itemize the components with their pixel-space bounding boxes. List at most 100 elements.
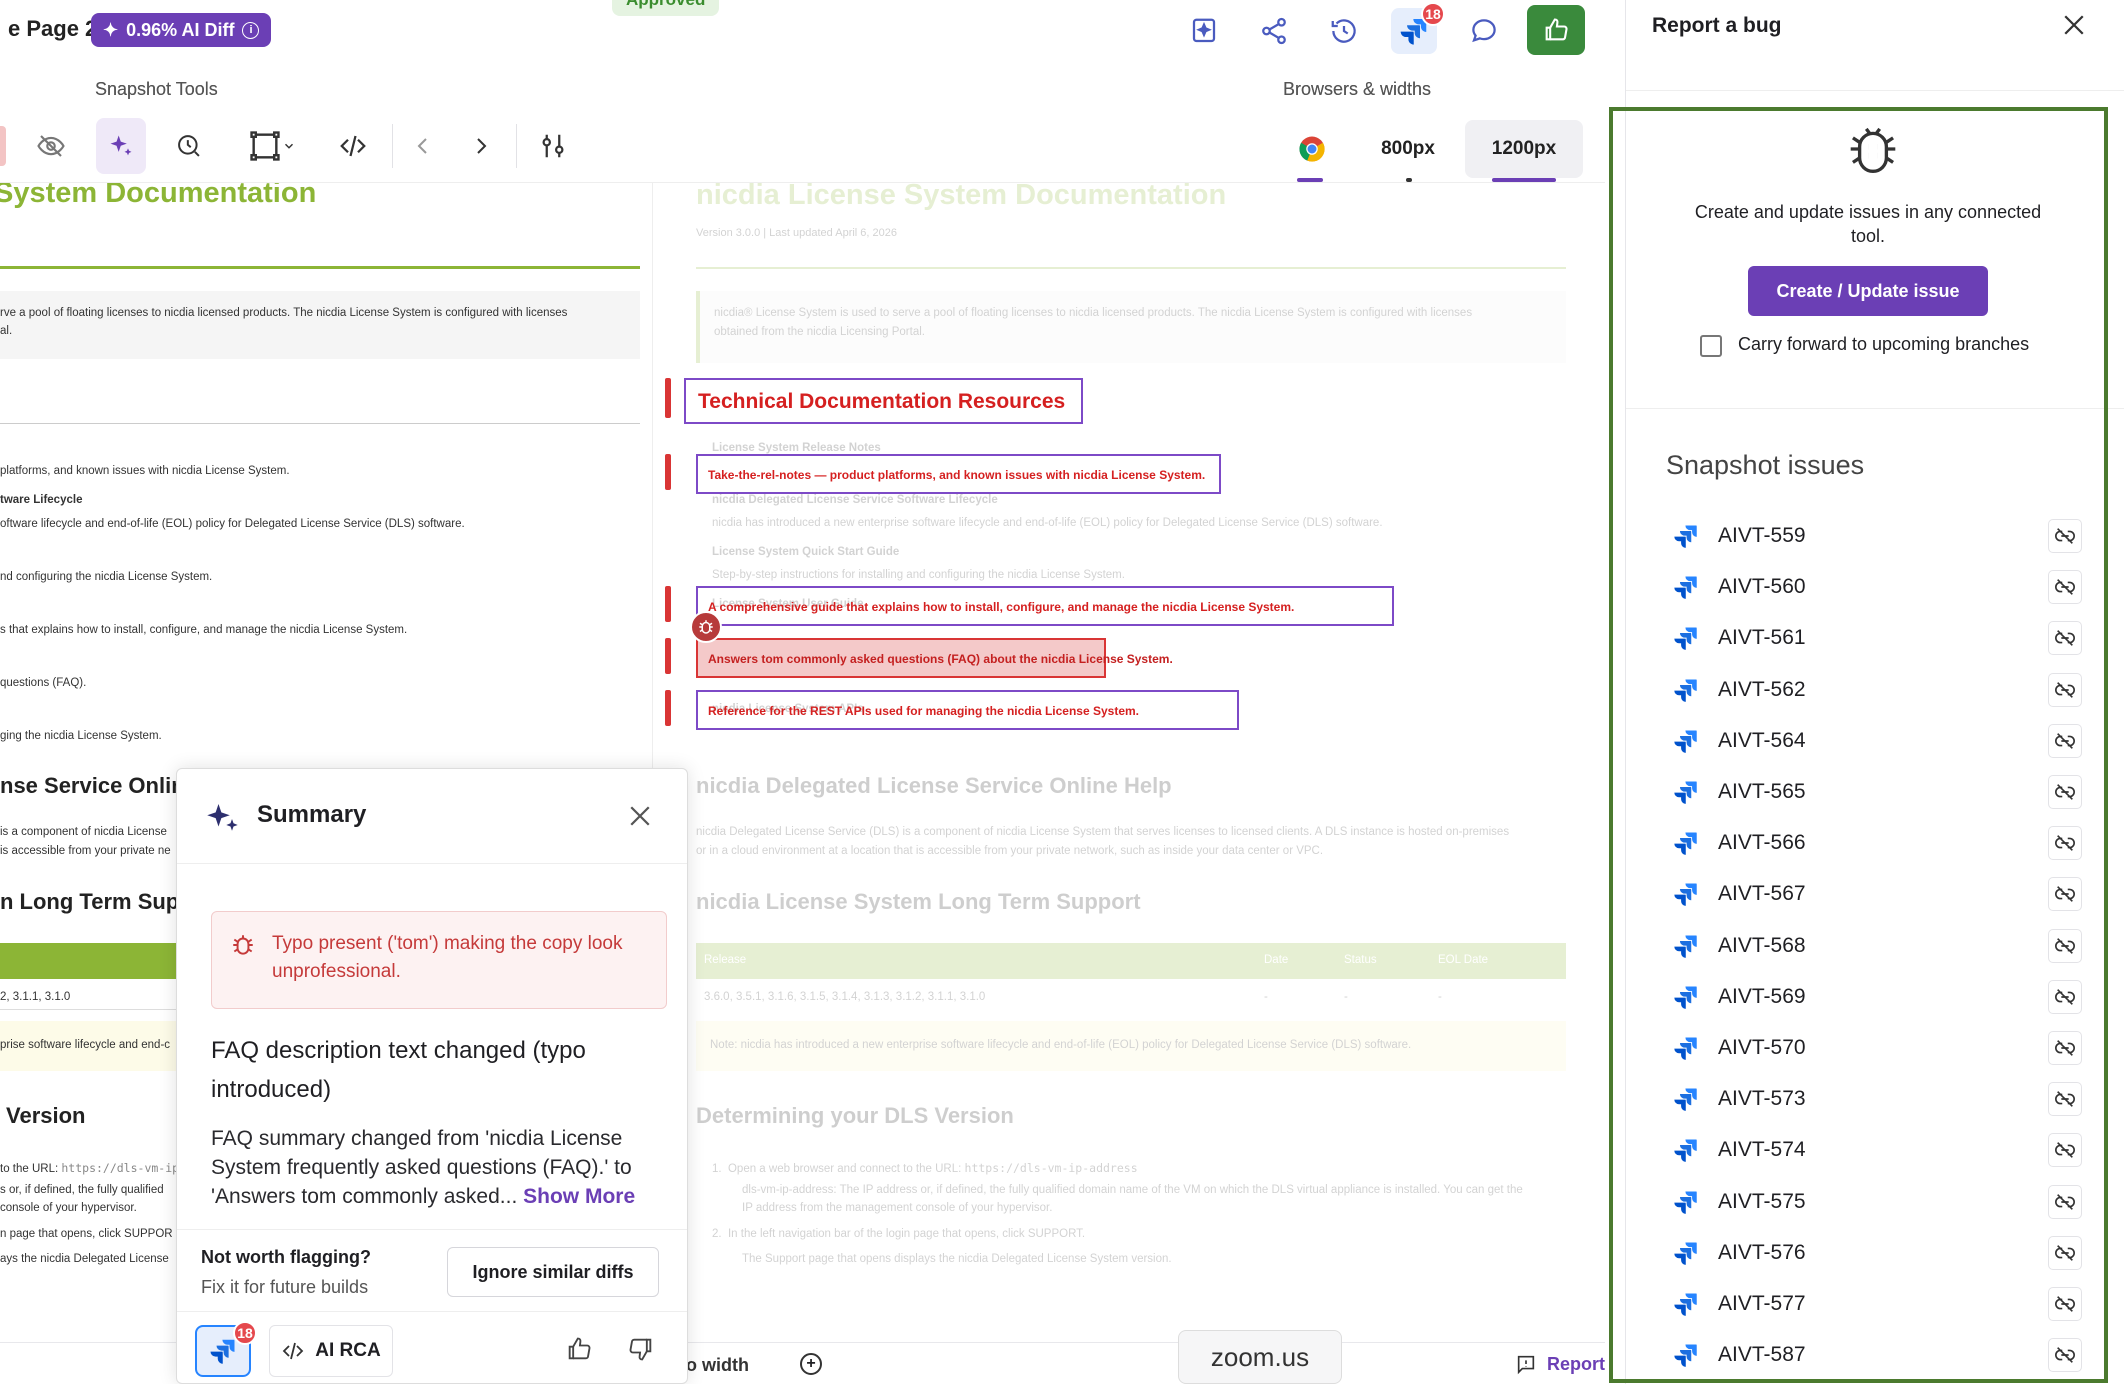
head-intro-2: obtained from the nicdia Licensing Porta… xyxy=(714,326,925,338)
base-line: s that explains how to install, configur… xyxy=(0,624,408,636)
diff-text-user-guide: A comprehensive guide that explains how … xyxy=(708,600,1295,614)
crop-icon xyxy=(250,131,280,161)
prev-diff-button[interactable] xyxy=(400,118,446,174)
diff-marker[interactable] xyxy=(665,690,671,726)
head-item-title: License System Quick Start Guide xyxy=(712,546,900,558)
base-line: oftware lifecycle and end-of-life (EOL) … xyxy=(0,518,465,530)
jira-icon xyxy=(210,1339,235,1364)
show-more-link[interactable]: Show More xyxy=(523,1185,635,1208)
history-button[interactable] xyxy=(1321,8,1367,54)
code-view-tool[interactable] xyxy=(330,118,376,174)
diff-box-heading[interactable]: Technical Documentation Resources xyxy=(684,378,1083,424)
ai-diff-tool[interactable] xyxy=(96,118,146,174)
head-item-title: License System Release Notes xyxy=(712,442,881,454)
diff-marker[interactable] xyxy=(665,454,671,490)
summary-panel: Summary Typo present ('tom') making the … xyxy=(176,768,688,1384)
head-table-header: Release Date Status EOL Date xyxy=(696,943,1566,979)
diff-box-apis[interactable]: Reference for the REST APIs used for man… xyxy=(696,690,1239,730)
share-icon xyxy=(1262,17,1286,45)
browser-chrome[interactable] xyxy=(1283,120,1341,178)
chrome-icon xyxy=(1299,136,1325,162)
base-intro: rve a pool of floating licenses to nicdi… xyxy=(0,307,568,319)
ai-diff-pill[interactable]: ✦ 0.96% AI Diff i xyxy=(91,13,272,47)
td-eol: - xyxy=(1438,991,1442,1003)
summary-thumbs-up-button[interactable] xyxy=(565,1335,593,1368)
eye-off-icon xyxy=(37,135,65,157)
bug-marker[interactable] xyxy=(690,611,722,643)
approve-button[interactable] xyxy=(1527,5,1585,55)
summary-alert: Typo present ('tom') making the copy loo… xyxy=(211,911,667,1009)
base-doc-title: System Documentation xyxy=(0,183,317,209)
diff-text-faq: Answers tom commonly asked questions (FA… xyxy=(708,652,1173,666)
head-snapshot[interactable]: nicdia License System Documentation Vers… xyxy=(670,183,1600,1303)
base-v1: to the URL: https://dls-vm-ip xyxy=(0,1161,180,1175)
base-h-lts: n Long Term Supp xyxy=(0,889,193,914)
th-release: Release xyxy=(704,954,747,966)
diff-marker[interactable] xyxy=(665,586,671,622)
base-v3: console of your hypervisor. xyxy=(0,1202,137,1214)
width-800[interactable]: 800px xyxy=(1365,120,1451,178)
summary-jira-button[interactable]: 18 xyxy=(195,1321,257,1377)
th-eol: EOL Date xyxy=(1438,954,1489,966)
comment-icon xyxy=(1472,19,1496,43)
summary-rule-2 xyxy=(177,1229,687,1230)
th-status: Status xyxy=(1344,954,1377,966)
base-line: nd configuring the nicdia License System… xyxy=(0,571,213,583)
summary-body: FAQ summary changed from 'nicdia License… xyxy=(211,1124,661,1211)
ai-rca-button[interactable]: AI RCA xyxy=(269,1325,393,1377)
clock-search-icon xyxy=(178,135,200,157)
head-rule xyxy=(696,267,1566,269)
next-diff-button[interactable] xyxy=(458,118,504,174)
report-button[interactable]: Report xyxy=(1515,1353,1605,1375)
base-intro-2: al. xyxy=(0,325,13,337)
panel-header-rule xyxy=(1626,90,2124,91)
diff-box-release-notes[interactable]: Take-the-rel-notes — product platforms, … xyxy=(696,454,1221,494)
td-release: 3.6.0, 3.5.1, 3.1.6, 3.1.5, 3.1.4, 3.1.3… xyxy=(704,991,986,1003)
ai-review-button[interactable] xyxy=(1181,8,1227,54)
ignore-similar-button[interactable]: Ignore similar diffs xyxy=(447,1247,659,1297)
settings-sliders-button[interactable] xyxy=(530,118,576,174)
browsers-widths-label-2: Browsers & widths xyxy=(1283,79,1432,99)
head-intro: nicdia® License System is used to serve … xyxy=(714,307,1473,319)
head-step-1b: dls-vm-ip-address: The IP address or, if… xyxy=(742,1184,1523,1196)
summary-close-button[interactable] xyxy=(625,801,655,836)
head-item-title: nicdia Delegated License Service Softwar… xyxy=(712,494,998,506)
base-rule xyxy=(0,423,640,424)
base-line: ging the nicdia License System. xyxy=(0,730,162,742)
summary-thumbs-down-button[interactable] xyxy=(627,1335,655,1368)
base-lts-note: prise software lifecycle and end-c xyxy=(0,1039,171,1051)
diff-marker[interactable] xyxy=(665,378,671,418)
base-line: questions (FAQ). xyxy=(0,677,87,689)
head-subtitle: Version 3.0.0 | Last updated April 6, 20… xyxy=(696,227,898,239)
alert-text: Typo present ('tom') making the copy loo… xyxy=(272,933,623,982)
timer-tool[interactable] xyxy=(166,118,212,174)
diff-box-faq-selected[interactable]: Answers tom commonly asked questions (FA… xyxy=(696,638,1173,678)
history-icon xyxy=(1331,19,1356,43)
fit-width-button[interactable]: o width xyxy=(686,1355,749,1376)
head-h-lts: nicdia License System Long Term Support xyxy=(696,889,1141,914)
hide-diff-button[interactable] xyxy=(28,118,74,174)
comments-button[interactable] xyxy=(1461,8,1507,54)
share-button[interactable] xyxy=(1251,8,1297,54)
diff-marker[interactable] xyxy=(665,638,671,674)
base-dls-2: is accessible from your private ne xyxy=(0,845,171,857)
chevron-left-icon xyxy=(417,138,427,154)
base-v4: n page that opens, click SUPPOR xyxy=(0,1228,173,1240)
base-title-rule xyxy=(0,266,640,269)
jira-button[interactable]: 18 xyxy=(1391,2,1445,54)
panel-close-button[interactable] xyxy=(2059,10,2089,45)
base-dls-1: is a component of nicdia License xyxy=(0,826,167,838)
region-select-tool[interactable] xyxy=(236,118,308,174)
width-1200[interactable]: 1200px xyxy=(1465,120,1583,178)
diff-box-user-guide[interactable]: A comprehensive guide that explains how … xyxy=(696,586,1394,626)
diff-heading-text: Technical Documentation Resources xyxy=(698,390,1066,413)
bug-icon xyxy=(699,620,713,634)
sparkle-icon: ✦ xyxy=(103,19,119,40)
diff-text-release: Take-the-rel-notes — product platforms, … xyxy=(708,468,1206,482)
top-bar: e Page 2 ✦ 0.96% AI Diff i Approved 18 S… xyxy=(0,0,1620,99)
zoom-in-icon[interactable]: + xyxy=(800,1353,822,1375)
approved-badge: Approved xyxy=(612,0,720,16)
summary-rule-3 xyxy=(177,1311,687,1312)
report-icon xyxy=(1517,1355,1535,1375)
base-v2: s or, if defined, the fully qualified xyxy=(0,1184,164,1196)
